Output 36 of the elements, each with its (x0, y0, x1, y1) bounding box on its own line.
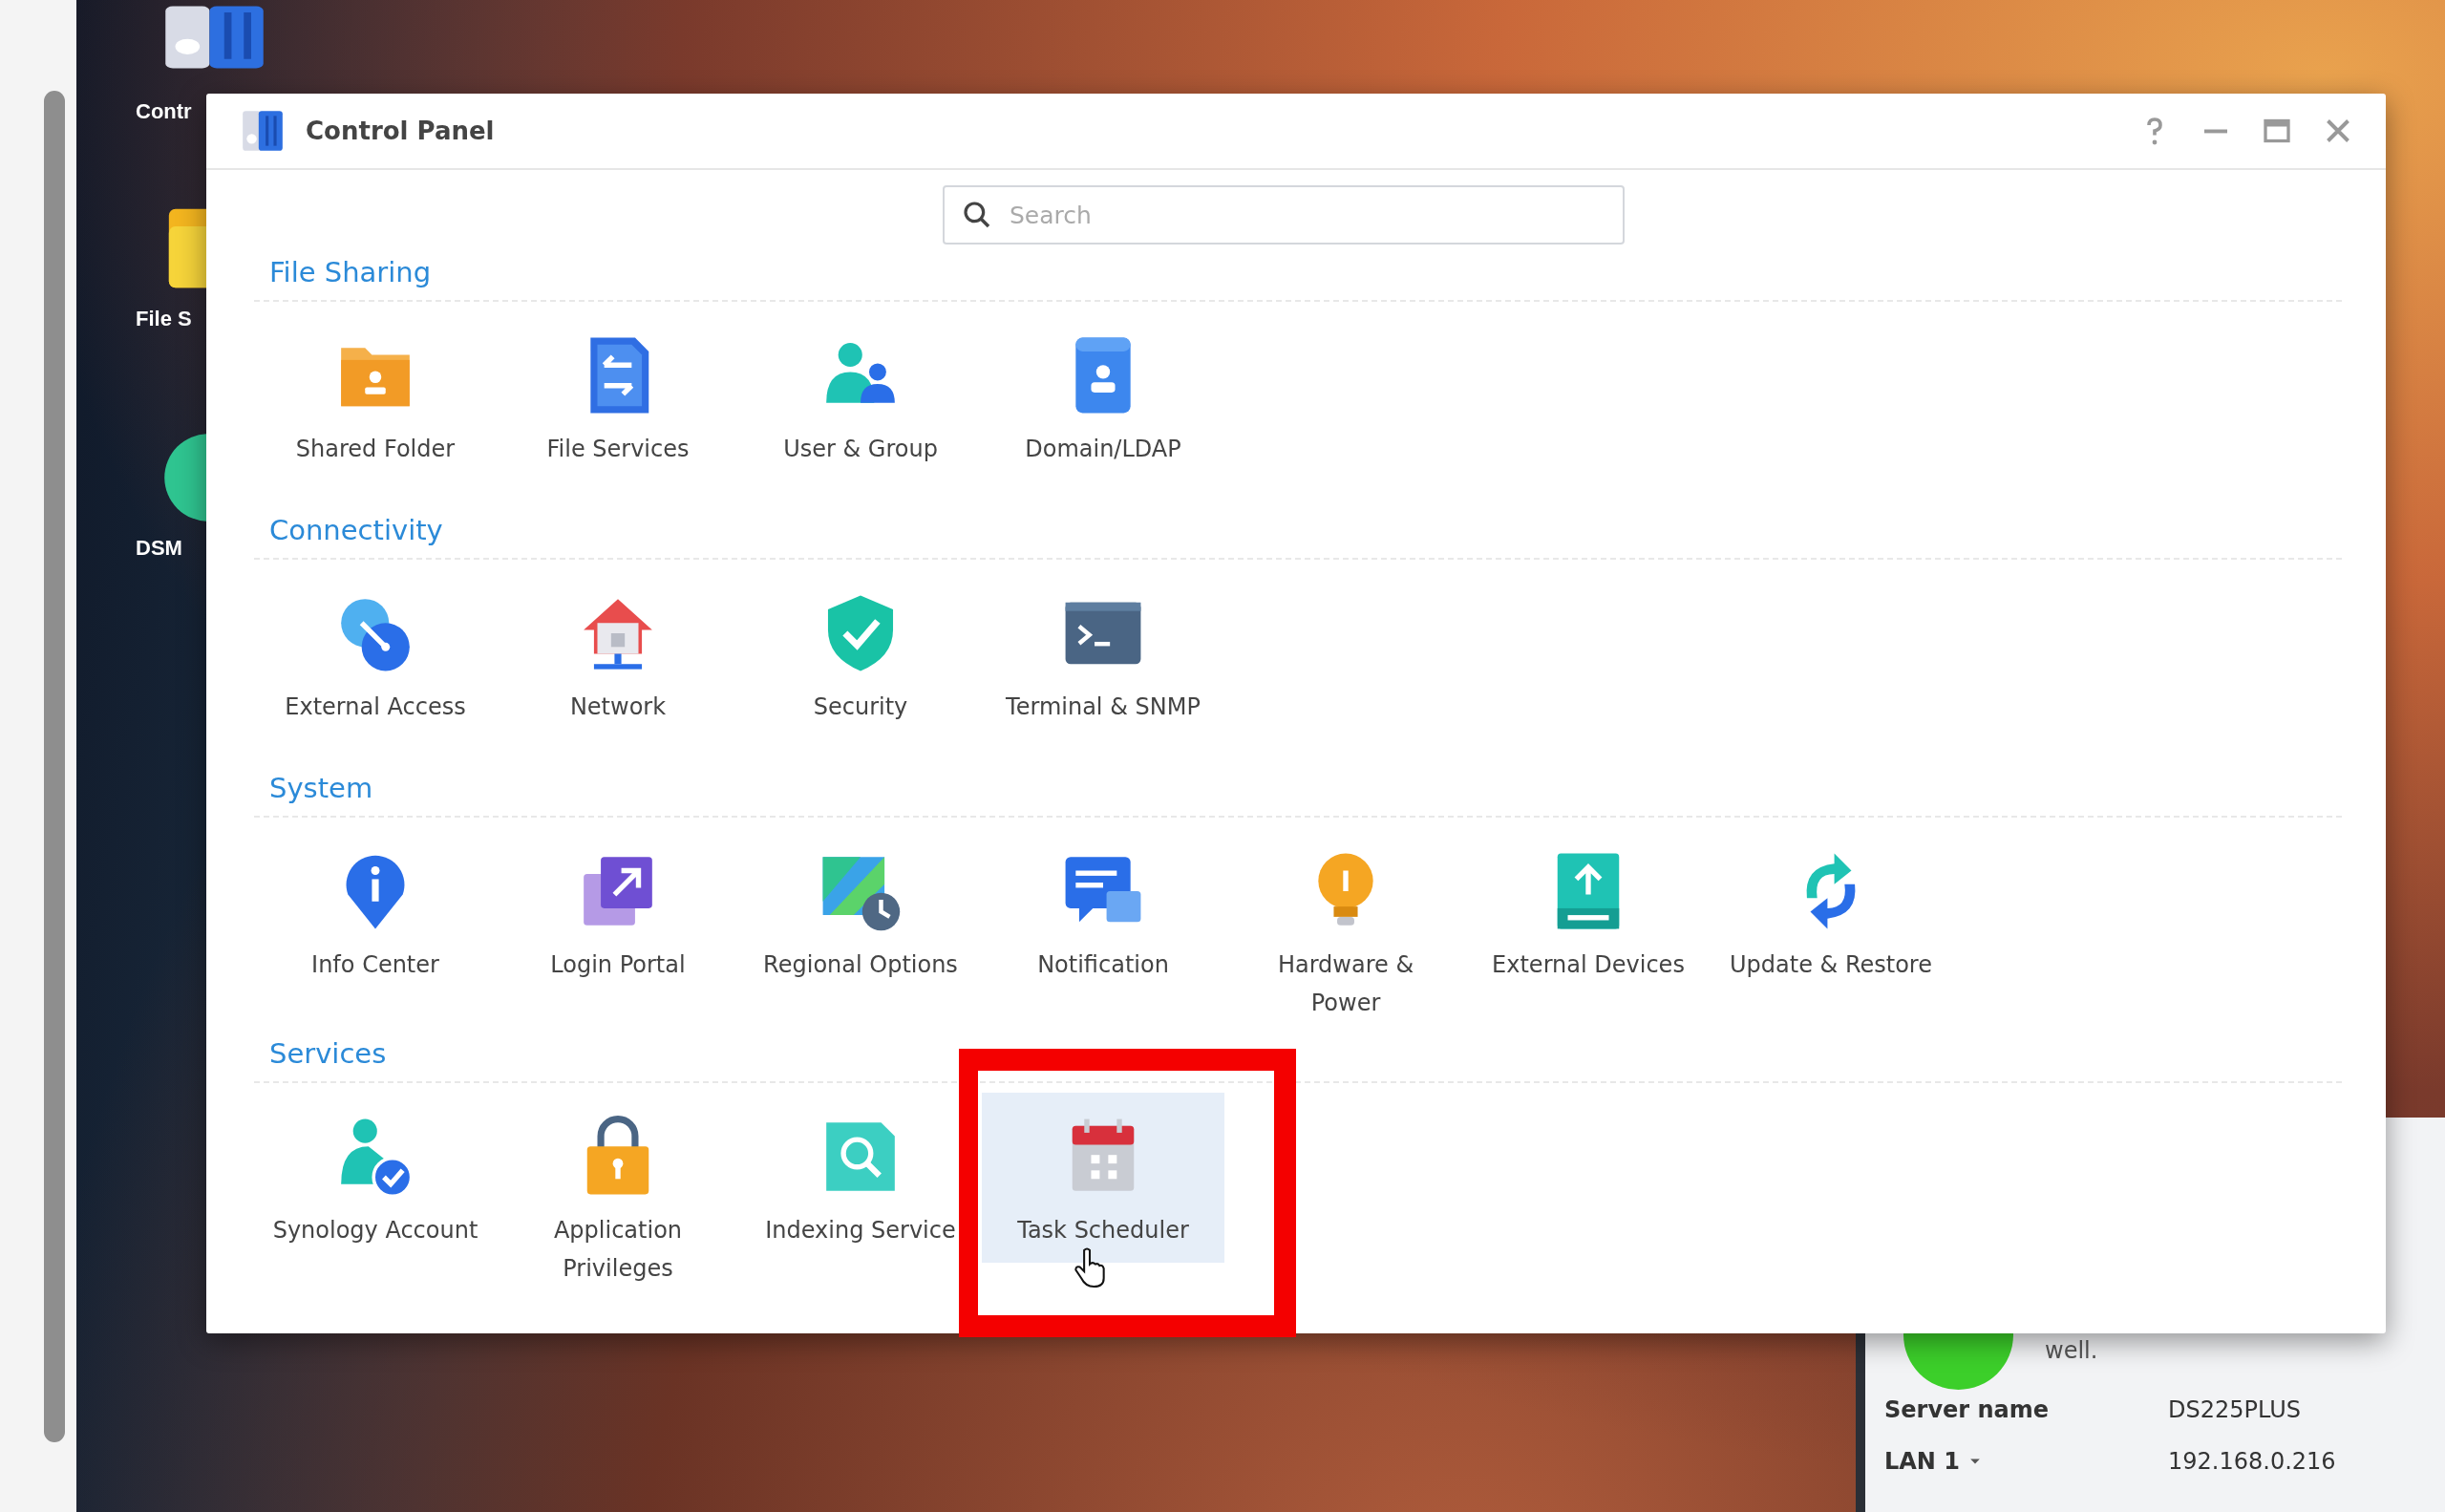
control-panel-tile[interactable]: Login Portal (497, 827, 739, 997)
info-label: LAN 1 (1884, 1448, 1960, 1475)
section-heading: Connectivity (269, 513, 443, 548)
control-panel-tile[interactable]: Regional Options (739, 827, 982, 997)
control-panel-tile[interactable]: Hardware & Power (1224, 827, 1467, 1035)
control-panel-tile[interactable]: File Services (497, 311, 739, 481)
desktop-shortcut-label: Contr (136, 99, 192, 124)
section-heading: System (269, 771, 373, 806)
control-panel-tile[interactable]: User & Group (739, 311, 982, 481)
desktop-shortcut-label: File S (136, 307, 192, 331)
control-panel-tile[interactable]: Shared Folder (254, 311, 497, 481)
control-panel-tile[interactable]: Application Privileges (497, 1093, 739, 1301)
info-value: DS225PLUS (2168, 1396, 2301, 1423)
control-panel-tile[interactable]: Indexing Service (739, 1093, 982, 1263)
desktop-shortcut-label: DSM (136, 536, 182, 561)
control-panel-tile[interactable]: Synology Account (254, 1093, 497, 1263)
search-icon (962, 200, 992, 230)
control-panel-tile[interactable]: External Access (254, 569, 497, 739)
control-panel-tile[interactable]: Security (739, 569, 982, 739)
window-title: Control Panel (306, 117, 495, 145)
control-panel-tile[interactable]: Network (497, 569, 739, 739)
hand-cursor-icon (1073, 1247, 1107, 1289)
section-heading: File Sharing (269, 255, 432, 290)
info-label: Server name (1884, 1396, 2050, 1423)
dropdown-caret-icon[interactable] (1969, 1458, 1981, 1465)
section-heading: Services (269, 1036, 387, 1072)
scrollbar[interactable] (44, 91, 65, 1442)
info-value: 192.168.0.216 (2168, 1448, 2336, 1475)
control-panel-tile[interactable]: External Devices (1467, 827, 1710, 997)
control-panel-tile[interactable]: Domain/LDAP (982, 311, 1224, 481)
control-panel-tile[interactable]: Terminal & SNMP (982, 569, 1224, 739)
control-panel-tile[interactable]: Update & Restore (1710, 827, 1952, 997)
control-panel-tile[interactable]: Info Center (254, 827, 497, 997)
control-panel-tile[interactable]: Notification (982, 827, 1224, 997)
health-status-text: well. (2045, 1337, 2098, 1364)
search-field[interactable]: Search (943, 185, 1625, 245)
